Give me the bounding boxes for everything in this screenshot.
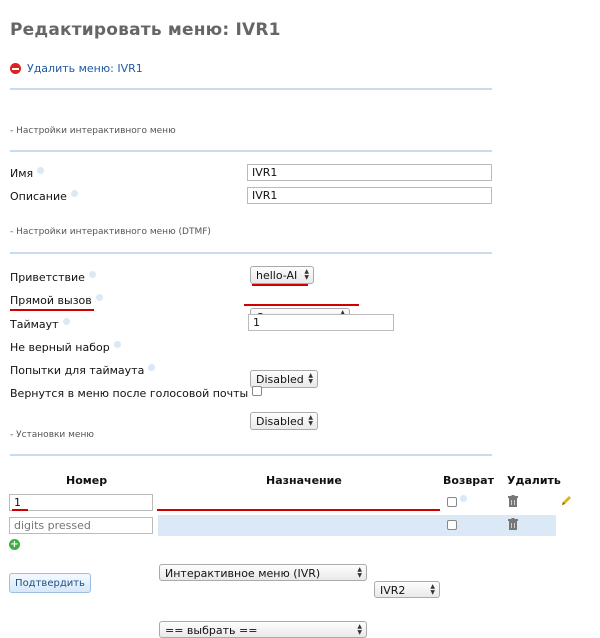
section-dtmf-settings: - Настройки интерактивного меню (DTMF) bbox=[10, 227, 211, 237]
direct-dial-label: Прямой вызов bbox=[10, 294, 103, 307]
select-arrows-icon: ▲▼ bbox=[357, 622, 362, 636]
annotation-underline bbox=[12, 509, 28, 511]
select-arrows-icon: ▲▼ bbox=[304, 268, 309, 281]
row2-return-checkbox[interactable] bbox=[447, 520, 457, 530]
help-icon[interactable] bbox=[37, 167, 45, 174]
annotation-underline bbox=[252, 284, 308, 286]
invalid-input-value: Disabled bbox=[256, 373, 304, 386]
annotation-underline bbox=[157, 509, 440, 511]
select-arrows-icon: ▲▼ bbox=[308, 372, 313, 385]
greeting-value: hello-AI bbox=[256, 269, 298, 282]
invalid-input-label: Не верный набор bbox=[10, 341, 121, 354]
name-label: Имя bbox=[10, 167, 45, 180]
divider bbox=[10, 252, 492, 254]
timeout-retries-label: Попытки для таймаута bbox=[10, 364, 156, 377]
divider bbox=[10, 454, 492, 456]
annotation-underline bbox=[244, 304, 359, 306]
greeting-select[interactable]: hello-AI ▲ ▼ bbox=[250, 266, 314, 284]
header-delete: Удалить bbox=[507, 474, 561, 487]
header-number: Номер bbox=[66, 474, 108, 487]
section-menu-options: - Установки меню bbox=[10, 430, 94, 440]
description-input[interactable] bbox=[247, 187, 492, 204]
help-icon[interactable] bbox=[95, 294, 103, 301]
help-icon[interactable] bbox=[148, 364, 156, 371]
divider bbox=[10, 88, 492, 90]
trash-icon[interactable] bbox=[508, 518, 518, 530]
delete-menu-label: Удалить меню: IVR1 bbox=[27, 62, 143, 75]
annotation-underline bbox=[10, 309, 94, 311]
select-arrows-icon: ▲▼ bbox=[430, 582, 435, 596]
row2-destination-type-value: == выбрать == bbox=[165, 624, 258, 637]
delete-circle-icon bbox=[10, 63, 21, 74]
help-icon[interactable] bbox=[62, 318, 70, 325]
greeting-label: Приветствие bbox=[10, 271, 96, 284]
trash-icon[interactable] bbox=[508, 495, 518, 507]
row2-destination-type-select[interactable]: == выбрать == ▲ ▼ bbox=[159, 621, 367, 638]
divider bbox=[10, 150, 492, 152]
help-icon[interactable] bbox=[70, 190, 78, 197]
name-input[interactable] bbox=[247, 164, 492, 181]
return-after-voicemail-checkbox[interactable] bbox=[252, 386, 262, 396]
page-title: Редактировать меню: IVR1 bbox=[10, 20, 281, 40]
return-after-voicemail-label: Вернутся в меню после голосовой почты bbox=[10, 387, 260, 400]
row1-number-input[interactable] bbox=[9, 494, 153, 511]
timeout-label: Таймаут bbox=[10, 318, 70, 331]
help-icon[interactable] bbox=[460, 495, 467, 502]
help-icon[interactable] bbox=[113, 341, 121, 348]
description-label: Описание bbox=[10, 190, 78, 203]
select-arrows-icon: ▲▼ bbox=[357, 565, 362, 579]
row1-destination-type-value: Интерактивное меню (IVR) bbox=[165, 567, 321, 580]
row1-destination-value: IVR2 bbox=[380, 584, 406, 597]
edit-pencil-icon[interactable] bbox=[560, 495, 572, 507]
header-return: Возврат bbox=[443, 474, 494, 487]
select-arrows-icon: ▲▼ bbox=[308, 414, 313, 427]
row2-number-input[interactable] bbox=[9, 517, 153, 534]
delete-menu-link[interactable]: Удалить меню: IVR1 bbox=[10, 62, 143, 75]
help-icon[interactable] bbox=[88, 271, 96, 278]
timeout-retries-value: Disabled bbox=[256, 415, 304, 428]
help-icon[interactable] bbox=[460, 518, 467, 525]
row1-destination-type-select[interactable]: Интерактивное меню (IVR) ▲ ▼ bbox=[159, 564, 367, 581]
submit-button[interactable]: Подтвердить bbox=[9, 573, 91, 593]
header-destination: Назначение bbox=[266, 474, 342, 487]
section-ivr-settings: - Настройки интерактивного меню bbox=[10, 126, 176, 136]
table-row-highlight bbox=[158, 515, 556, 536]
timeout-input[interactable] bbox=[248, 314, 394, 331]
timeout-retries-select[interactable]: Disabled ▲ ▼ bbox=[250, 412, 318, 430]
add-row-icon[interactable]: + bbox=[9, 539, 20, 550]
row1-return-checkbox[interactable] bbox=[447, 497, 457, 507]
row1-destination-value-select[interactable]: IVR2 ▲ ▼ bbox=[374, 581, 440, 598]
